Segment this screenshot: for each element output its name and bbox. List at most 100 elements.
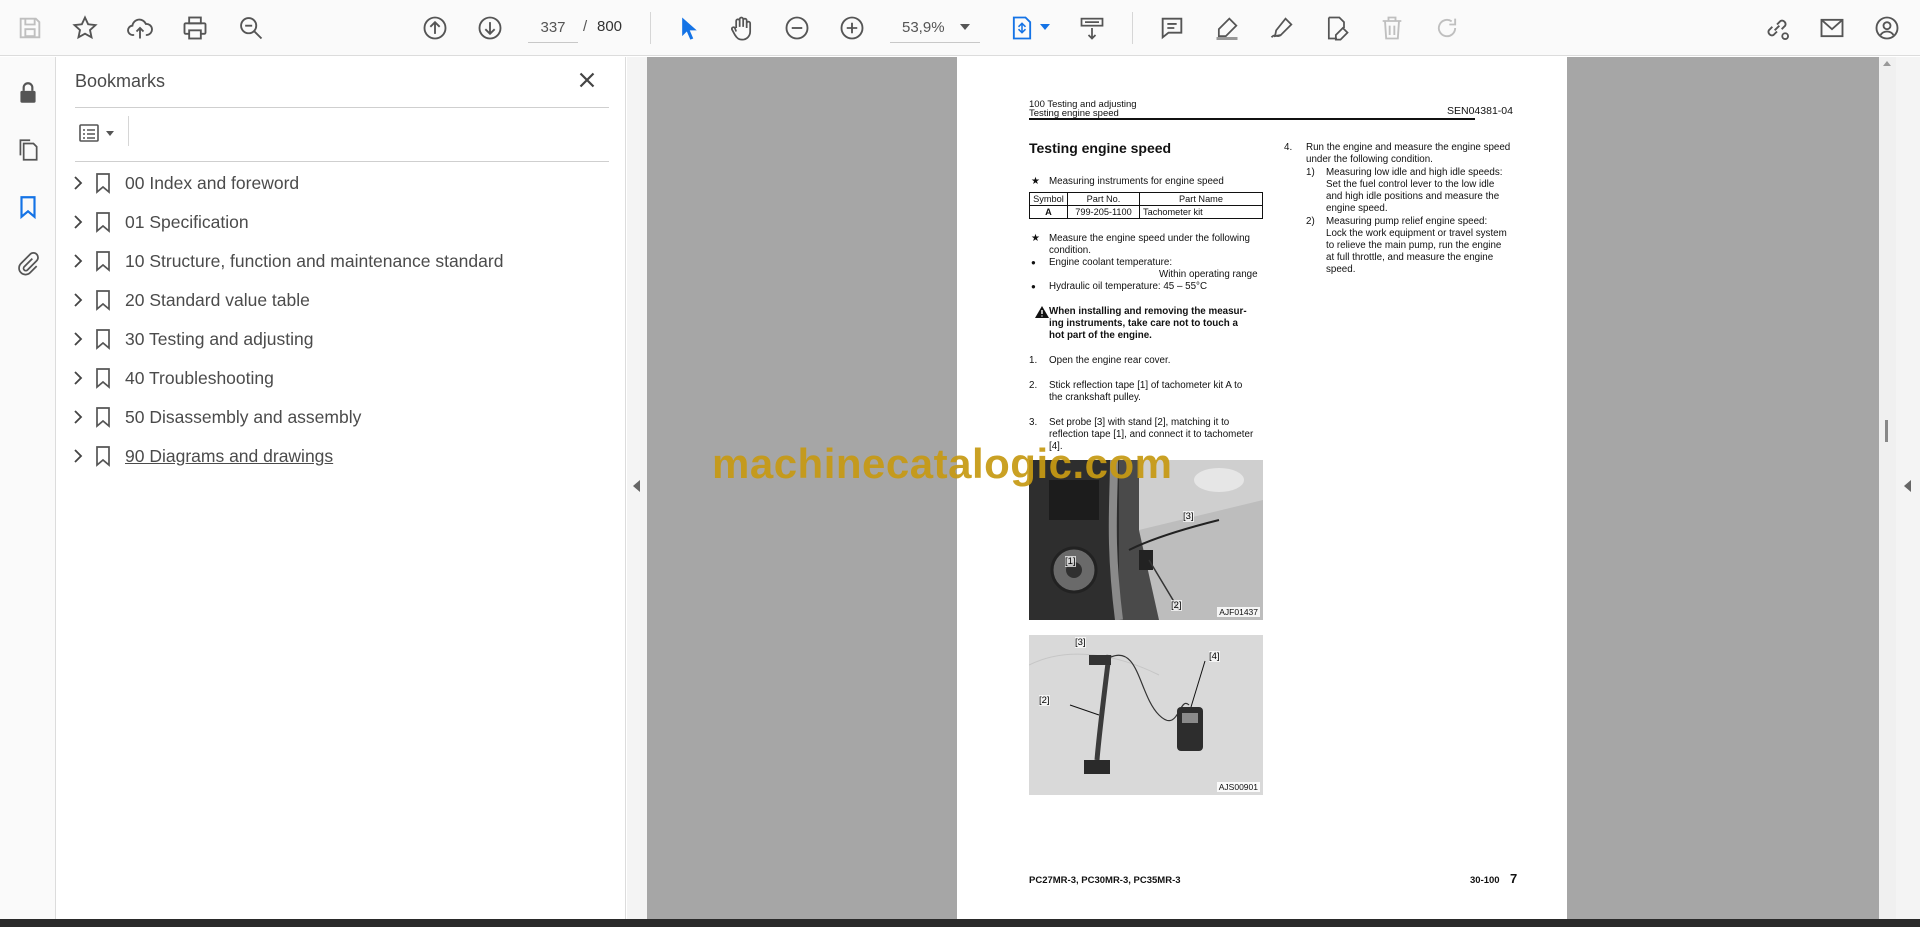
bookmark-item[interactable]: 90 Diagrams and drawings: [70, 437, 590, 476]
hydraulic-temp: Hydraulic oil temperature: 45 – 55°C: [1049, 281, 1208, 292]
photo-callout: [3]: [1183, 511, 1194, 522]
step-text: Set probe [3] with stand [2], matching i…: [1049, 417, 1230, 428]
next-page-icon[interactable]: [470, 8, 510, 48]
close-icon[interactable]: [574, 67, 600, 93]
substep-text: speed.: [1326, 264, 1356, 275]
substep-text: Set the fuel control lever to the low id…: [1326, 179, 1495, 190]
highlight-pen-icon[interactable]: [1207, 8, 1247, 48]
collapse-left-panel-button[interactable]: [627, 57, 647, 919]
bookmark-item[interactable]: 20 Standard value table: [70, 281, 590, 320]
chevron-right-icon[interactable]: [70, 212, 86, 232]
select-cursor-icon[interactable]: [668, 8, 708, 48]
previous-page-icon[interactable]: [415, 8, 455, 48]
bookmark-options-button[interactable]: [76, 120, 120, 146]
table-cell: Tachometer kit: [1139, 205, 1263, 219]
condition-text: condition.: [1049, 245, 1091, 256]
expand-right-panel-button[interactable]: [1896, 57, 1920, 919]
page-number-input[interactable]: 337: [528, 13, 578, 43]
bookmark-item[interactable]: 40 Troubleshooting: [70, 359, 590, 398]
photo-callout: [2]: [1171, 600, 1182, 611]
fit-page-chevron-icon[interactable]: [1040, 24, 1050, 30]
bookmark-label[interactable]: 30 Testing and adjusting: [125, 329, 313, 350]
table-header: Part No.: [1067, 192, 1140, 206]
bookmark-icon: [96, 368, 110, 389]
chevron-right-icon[interactable]: [70, 446, 86, 466]
save-icon[interactable]: [10, 8, 50, 48]
step-number: 4.: [1284, 142, 1293, 153]
tachometer-photo: [3] [4] [2] AJS00901: [1029, 635, 1263, 795]
bookmark-label[interactable]: 10 Structure, function and maintenance s…: [125, 251, 503, 272]
photo-callout: [3]: [1075, 637, 1086, 648]
bookmark-label[interactable]: 50 Disassembly and assembly: [125, 407, 361, 428]
comment-icon[interactable]: [1152, 8, 1192, 48]
zoom-out-icon[interactable]: [777, 8, 817, 48]
redo-icon[interactable]: [1427, 8, 1467, 48]
fit-page-icon[interactable]: [1002, 8, 1042, 48]
step-text: Stick reflection tape [1] of tachometer …: [1049, 380, 1243, 391]
chevron-down-icon[interactable]: [960, 24, 970, 30]
scrollbar-thumb[interactable]: [1885, 420, 1888, 442]
bookmark-icon: [96, 407, 110, 428]
step-number: 1.: [1029, 355, 1038, 366]
hand-tool-icon[interactable]: [722, 8, 762, 48]
bookmark-list: 00 Index and foreword 01 Specification 1…: [70, 164, 590, 476]
list-options-icon: [79, 124, 99, 142]
chevron-right-icon[interactable]: [70, 407, 86, 427]
share-link-icon[interactable]: [1757, 8, 1797, 48]
scroll-up-icon[interactable]: [1883, 61, 1891, 66]
star-mark: ★: [1031, 233, 1040, 244]
taskbar-strip: [0, 919, 1920, 927]
email-icon[interactable]: [1812, 8, 1852, 48]
chevron-right-icon[interactable]: [70, 251, 86, 271]
trash-icon[interactable]: [1372, 8, 1412, 48]
vertical-scrollbar[interactable]: [1879, 57, 1896, 919]
zoom-in-icon[interactable]: [832, 8, 872, 48]
table-header: Symbol: [1029, 192, 1068, 206]
bookmark-label[interactable]: 90 Diagrams and drawings: [125, 446, 333, 467]
photo-callout: [4]: [1209, 651, 1220, 662]
bookmark-icon: [96, 212, 110, 233]
photo-code: AJF01437: [1217, 607, 1260, 617]
search-icon[interactable]: [231, 8, 271, 48]
bookmark-label[interactable]: 20 Standard value table: [125, 290, 310, 311]
attachment-icon[interactable]: [10, 246, 46, 282]
bookmark-label[interactable]: 01 Specification: [125, 212, 249, 233]
left-navigation-rail: [0, 57, 56, 919]
step-number: 2.: [1029, 380, 1038, 391]
bookmark-label[interactable]: 00 Index and foreword: [125, 173, 299, 194]
bookmark-item[interactable]: 00 Index and foreword: [70, 164, 590, 203]
tachometer-photo-image: [1029, 635, 1263, 795]
bookmark-item[interactable]: 01 Specification: [70, 203, 590, 242]
bookmark-item[interactable]: 50 Disassembly and assembly: [70, 398, 590, 437]
bookmark-icon: [96, 173, 110, 194]
cloud-upload-icon[interactable]: [120, 8, 160, 48]
caret-left-icon: [633, 480, 640, 492]
header-rule: [1029, 118, 1475, 120]
chevron-right-icon[interactable]: [70, 329, 86, 349]
page-thumbnails-icon[interactable]: [10, 132, 46, 168]
bullet-mark: ●: [1031, 282, 1036, 291]
caret-left-icon: [1904, 480, 1911, 492]
scroll-mode-icon[interactable]: [1072, 8, 1112, 48]
page-footer-code: 30-100: [1470, 875, 1500, 886]
warning-text: hot part of the engine.: [1049, 330, 1152, 341]
draw-freeform-icon[interactable]: [1262, 8, 1302, 48]
lock-icon[interactable]: [10, 75, 46, 111]
chevron-right-icon[interactable]: [70, 368, 86, 388]
photo-code: AJS00901: [1216, 782, 1260, 792]
chevron-right-icon[interactable]: [70, 173, 86, 193]
coolant-value: Within operating range: [1159, 269, 1258, 280]
bookmark-item[interactable]: 30 Testing and adjusting: [70, 320, 590, 359]
substep-text: at full throttle, and measure the engine: [1326, 252, 1494, 263]
bookmark-label[interactable]: 40 Troubleshooting: [125, 368, 274, 389]
substep-title: Measuring low idle and high idle speeds:: [1326, 167, 1503, 178]
account-icon[interactable]: [1867, 8, 1907, 48]
bookmark-item[interactable]: 10 Structure, function and maintenance s…: [70, 242, 590, 281]
warning-icon: [1035, 306, 1049, 318]
print-icon[interactable]: [175, 8, 215, 48]
star-icon[interactable]: [65, 8, 105, 48]
fill-sign-icon[interactable]: [1317, 8, 1357, 48]
bookmark-panel-icon[interactable]: [10, 189, 46, 225]
chevron-right-icon[interactable]: [70, 290, 86, 310]
substep-text: and high idle positions and measure the: [1326, 191, 1500, 202]
